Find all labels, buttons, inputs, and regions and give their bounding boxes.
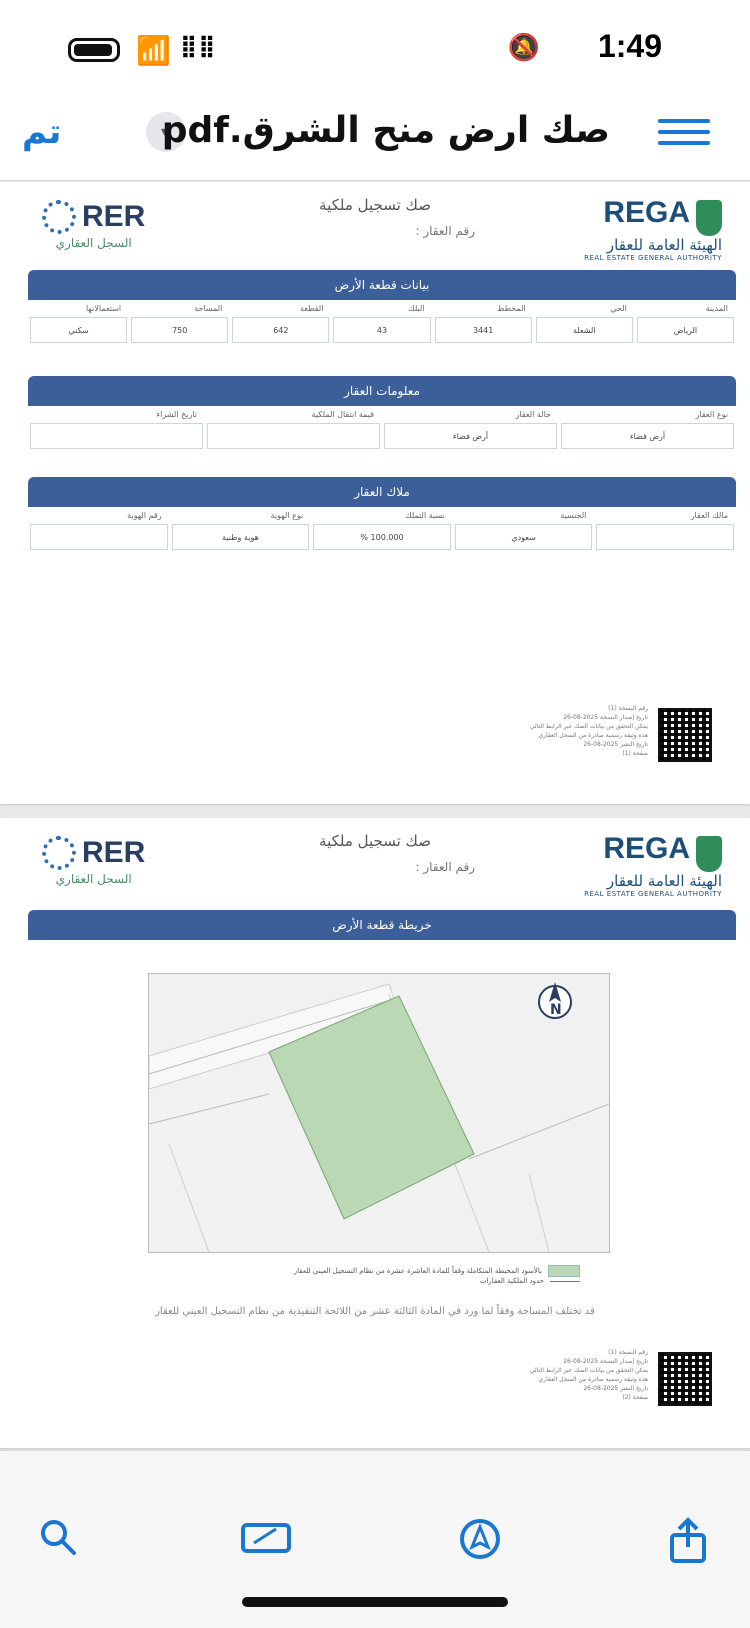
wifi-icon: 📶 [136, 34, 171, 67]
legend-item: بالأسود المحيطة المتكاملة وفقاً للمادة ا… [294, 1265, 580, 1277]
boundary-line [528, 1173, 550, 1252]
qr-code [658, 1352, 712, 1406]
boundary-line [149, 1093, 270, 1125]
grid-header: مالك العقار [690, 511, 728, 520]
document-title: صك ارض منح الشرق.pdf [161, 110, 610, 151]
search-icon[interactable] [34, 1517, 82, 1565]
map-svg: N [149, 982, 609, 1252]
legend-line [550, 1280, 580, 1282]
palm-icon [696, 199, 722, 236]
footer-text: رقم النسخة (1) تاريخ إصدار النسخة 2025-0… [529, 705, 648, 757]
done-button[interactable]: تم [22, 112, 61, 152]
grid-value [207, 423, 380, 449]
grid-header: قيمة انتقال الملكية [311, 410, 374, 419]
grid-header: المساحة [194, 304, 223, 313]
grid-value: 642 [232, 317, 330, 343]
grid-header: القطعة [300, 304, 324, 313]
grid-header: نوع العقار [695, 410, 728, 419]
grid-value [30, 423, 203, 449]
nav-bar: تم ▾ صك ارض منح الشرق.pdf [0, 90, 750, 181]
grid-value: الرياض [636, 317, 734, 343]
list-icon[interactable] [658, 112, 710, 152]
silent-bell-icon: 🔕 [507, 33, 540, 63]
palm-icon [696, 835, 722, 872]
rega-logo: REGA الهيئة العامة للعقار REAL ESTATE GE… [584, 832, 722, 898]
qr-code [658, 708, 712, 762]
grid-value: 100.000 % [313, 524, 451, 550]
land-data-grid: المدينة الحي المخطط البلك القطعة المساحة… [28, 300, 736, 343]
share-icon[interactable] [664, 1517, 712, 1565]
grid-header: البلك [408, 304, 425, 313]
status-time: 1:49 [597, 28, 662, 64]
section-owners: ملاك العقار [28, 477, 736, 507]
compass-n: N [550, 1002, 562, 1018]
north-arrow-icon: N [538, 982, 572, 1019]
grid-value: سعودي [454, 524, 593, 550]
section-property-info: معلومات العقار [28, 376, 736, 406]
grid-header: تاريخ الشراء [156, 410, 197, 419]
signal-icon: ⣿⣿ [180, 34, 217, 59]
grid-value: أرض فضاء [384, 423, 557, 449]
property-info-grid: نوع العقار حالة العقار قيمة انتقال الملك… [28, 406, 736, 449]
grid-header: استعمالاتها [85, 304, 122, 313]
owners-grid: مالك العقار الجنسية نسبة التملك نوع الهو… [28, 507, 736, 550]
grid-value: 750 [131, 317, 229, 343]
grid-value [596, 524, 734, 550]
section-land-data: بيانات قطعة الأرض [28, 270, 736, 300]
footer-text: رقم النسخة (1) تاريخ إصدار النسخة 2025-0… [529, 1349, 648, 1401]
grid-header: الجنسية [560, 511, 587, 520]
grid-value: هوية وطنية [171, 524, 310, 550]
battery-icon [68, 38, 120, 62]
grid-value: الشعلة [535, 317, 633, 343]
annotate-icon[interactable] [456, 1517, 504, 1565]
markup-icon[interactable] [240, 1517, 291, 1565]
grid-header: المدينة [705, 304, 728, 313]
status-bar: 📶 ⣿⣿ 🔕 1:49 [0, 0, 750, 90]
section-land-map: خريطة قطعة الأرض [28, 910, 736, 940]
parcel-map[interactable]: N [148, 973, 610, 1253]
grid-value: سكني [30, 317, 128, 343]
grid-value: 43 [333, 317, 431, 343]
property-number-label: رقم العقار : [415, 224, 476, 238]
grid-header: الحي [610, 304, 627, 313]
grid-header: نوع الهوية [270, 511, 304, 520]
boundary-line [468, 1103, 609, 1160]
legend-item: حدود الملكية العقارات [294, 1277, 580, 1285]
map-legend: بالأسود المحيطة المتكاملة وفقاً للمادة ا… [294, 1265, 580, 1285]
pdf-page-2[interactable]: RER السجل العقاري صك تسجيل ملكية رقم الع… [0, 818, 750, 1448]
grid-header: حالة العقار [515, 410, 551, 419]
legend-swatch [548, 1265, 580, 1277]
home-indicator [242, 1597, 508, 1607]
grid-value [30, 524, 168, 550]
rega-logo: REGA الهيئة العامة للعقار REAL ESTATE GE… [584, 196, 722, 262]
boundary-line [168, 1143, 210, 1252]
grid-header: رقم الهوية [127, 511, 162, 520]
property-number-label: رقم العقار : [415, 860, 476, 874]
grid-header: نسبة التملك [405, 511, 445, 520]
grid-header: المخطط [497, 304, 526, 313]
grid-value: أرض فضاء [561, 423, 734, 449]
grid-value: 3441 [434, 317, 532, 343]
map-note: قد تختلف المساحة وفقاً لما ورد في المادة… [155, 1306, 595, 1317]
pdf-page-1[interactable]: RER السجل العقاري صك تسجيل ملكية رقم الع… [0, 182, 750, 804]
